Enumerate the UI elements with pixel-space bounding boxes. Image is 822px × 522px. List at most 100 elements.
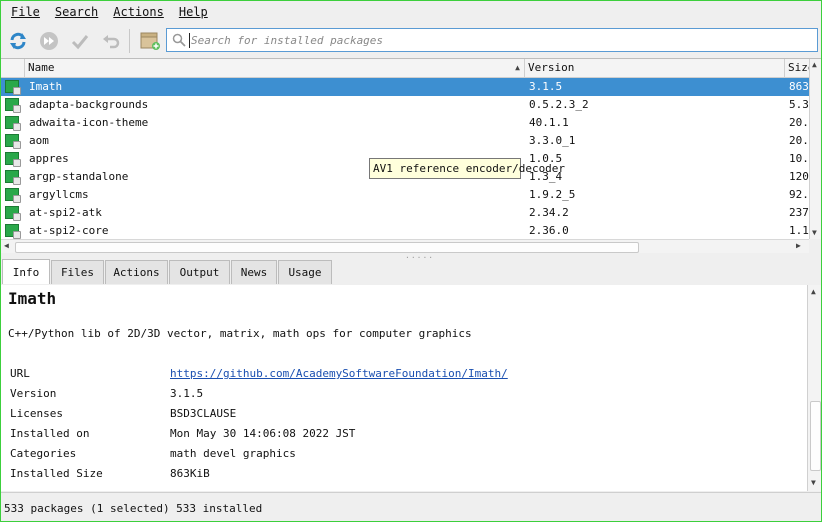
field-value: BSD3CLAUSE — [170, 407, 237, 420]
installed-package-icon — [5, 206, 21, 221]
search-placeholder: Search for installed packages — [191, 34, 384, 47]
table-row[interactable]: at-spi2-atk 2.34.2 237 — [1, 204, 809, 222]
search-input[interactable]: Search for installed packages — [166, 28, 818, 52]
status-text: 533 packages (1 selected) 533 installed — [4, 502, 263, 515]
field-value: math devel graphics — [170, 447, 296, 460]
cell-size: 1.1 — [789, 224, 809, 237]
column-header-size[interactable]: Size — [785, 59, 815, 77]
installed-package-icon — [5, 98, 21, 113]
cell-version: 1.9.2_5 — [529, 188, 576, 201]
cell-size: 20. — [789, 134, 809, 147]
package-action-button[interactable] — [137, 28, 163, 54]
column-header-status[interactable] — [1, 59, 25, 77]
tab-info[interactable]: Info — [2, 259, 50, 284]
info-panel: Imath C++/Python lib of 2D/3D vector, ma… — [1, 285, 807, 491]
refresh-icon — [10, 32, 26, 50]
field-label: Version — [10, 387, 57, 400]
cell-name: at-spi2-atk — [29, 206, 102, 219]
column-header-version[interactable]: Version — [525, 59, 785, 77]
menu-file[interactable]: File — [1, 5, 45, 19]
installed-package-icon — [5, 80, 21, 95]
cell-version: 3.3.0_1 — [529, 134, 576, 147]
table-row[interactable]: adwaita-icon-theme 40.1.1 20. — [1, 114, 809, 132]
installed-package-icon — [5, 188, 21, 203]
checkmark-icon — [71, 35, 89, 50]
tab-actions[interactable]: Actions — [105, 260, 168, 284]
cell-size: 20. — [789, 116, 809, 129]
table-row[interactable]: Imath 3.1.5 863 — [1, 78, 809, 96]
status-bar: 533 packages (1 selected) 533 installed — [1, 492, 821, 521]
cell-version: 2.36.0 — [529, 224, 569, 237]
tab-output[interactable]: Output — [169, 260, 230, 284]
menu-bar: File Search Actions Help — [1, 1, 821, 23]
installed-package-icon — [5, 134, 21, 149]
cell-name: adapta-backgrounds — [29, 98, 149, 111]
menu-help[interactable]: Help — [169, 5, 213, 19]
toolbar: Search for installed packages — [1, 25, 821, 57]
cell-size: 92. — [789, 188, 809, 201]
cell-version: 1.0.5 — [529, 152, 563, 165]
apply-button[interactable] — [67, 28, 93, 54]
cell-size: 237 — [789, 206, 809, 219]
menu-search[interactable]: Search — [45, 5, 103, 19]
table-row[interactable]: adapta-backgrounds 0.5.2.3_2 5.38 — [1, 96, 809, 114]
info-scroll-thumb[interactable] — [810, 401, 821, 471]
installed-package-icon — [5, 170, 21, 185]
scroll-right-arrow-icon[interactable]: ▶ — [796, 241, 801, 250]
cell-name: Imath — [29, 80, 63, 93]
package-title: Imath — [8, 289, 57, 308]
table-row[interactable]: argyllcms 1.9.2_5 92. — [1, 186, 809, 204]
tab-news[interactable]: News — [231, 260, 277, 284]
scroll-up-arrow-icon[interactable]: ▲ — [812, 60, 817, 69]
cell-name: at-spi2-core — [29, 224, 109, 237]
sort-ascending-icon: ▲ — [515, 63, 520, 72]
detail-tabs: Info Files Actions Output News Usage — [1, 259, 821, 286]
search-icon — [172, 33, 186, 50]
undo-button[interactable] — [98, 28, 124, 54]
cell-version: 2.34.2 — [529, 206, 569, 219]
column-header-name[interactable]: Name ▲ — [25, 59, 525, 77]
info-scroll-down-arrow-icon[interactable]: ▼ — [811, 478, 816, 487]
installed-package-icon — [5, 224, 21, 239]
package-icon — [140, 32, 160, 50]
fast-forward-icon — [40, 32, 58, 50]
cell-size: 5.38 — [789, 98, 809, 111]
cell-size: 120 — [789, 170, 809, 183]
menu-actions[interactable]: Actions — [103, 5, 169, 19]
scroll-down-arrow-icon[interactable]: ▼ — [812, 228, 817, 237]
scroll-left-arrow-icon[interactable]: ◀ — [4, 241, 9, 250]
package-description: C++/Python lib of 2D/3D vector, matrix, … — [8, 327, 472, 340]
table-vertical-scrollbar[interactable]: ▲ ▼ — [809, 59, 821, 239]
table-horizontal-scrollbar[interactable]: ◀ ▶ — [1, 239, 809, 253]
cell-version: 0.5.2.3_2 — [529, 98, 589, 111]
table-header: Name ▲ Version Size — [1, 59, 815, 78]
refresh-button[interactable] — [5, 28, 31, 54]
field-label: Licenses — [10, 407, 63, 420]
toolbar-separator — [129, 29, 130, 53]
cell-version: 40.1.1 — [529, 116, 569, 129]
info-scroll-up-arrow-icon[interactable]: ▲ — [811, 287, 816, 296]
field-label: Installed Size — [10, 467, 103, 480]
cell-size: 10. — [789, 152, 809, 165]
cell-name: argyllcms — [29, 188, 89, 201]
installed-package-icon — [5, 152, 21, 167]
homepage-link[interactable]: https://github.com/AcademySoftwareFounda… — [170, 367, 508, 380]
installed-package-icon — [5, 116, 21, 131]
table-row[interactable]: aom 3.3.0_1 20. — [1, 132, 809, 150]
info-vertical-scrollbar[interactable]: ▲ ▼ — [807, 285, 821, 491]
field-value: Mon May 30 14:06:08 2022 JST — [170, 427, 356, 440]
upgrade-all-button[interactable] — [36, 28, 62, 54]
horizontal-scroll-thumb[interactable] — [15, 242, 639, 253]
cell-version: 3.1.5 — [529, 80, 563, 93]
cell-size: 863 — [789, 80, 809, 93]
field-value: 863KiB — [170, 467, 210, 480]
tab-files[interactable]: Files — [51, 260, 104, 284]
field-label: URL — [10, 367, 30, 380]
tab-usage[interactable]: Usage — [278, 260, 332, 284]
undo-icon — [103, 35, 120, 49]
tooltip: AV1 reference encoder/decoder — [369, 158, 565, 179]
cell-version: 1.3_4 — [529, 170, 563, 183]
cell-name: adwaita-icon-theme — [29, 116, 149, 129]
field-label: Categories — [10, 447, 77, 460]
table-row[interactable]: at-spi2-core 2.36.0 1.1 — [1, 222, 809, 240]
